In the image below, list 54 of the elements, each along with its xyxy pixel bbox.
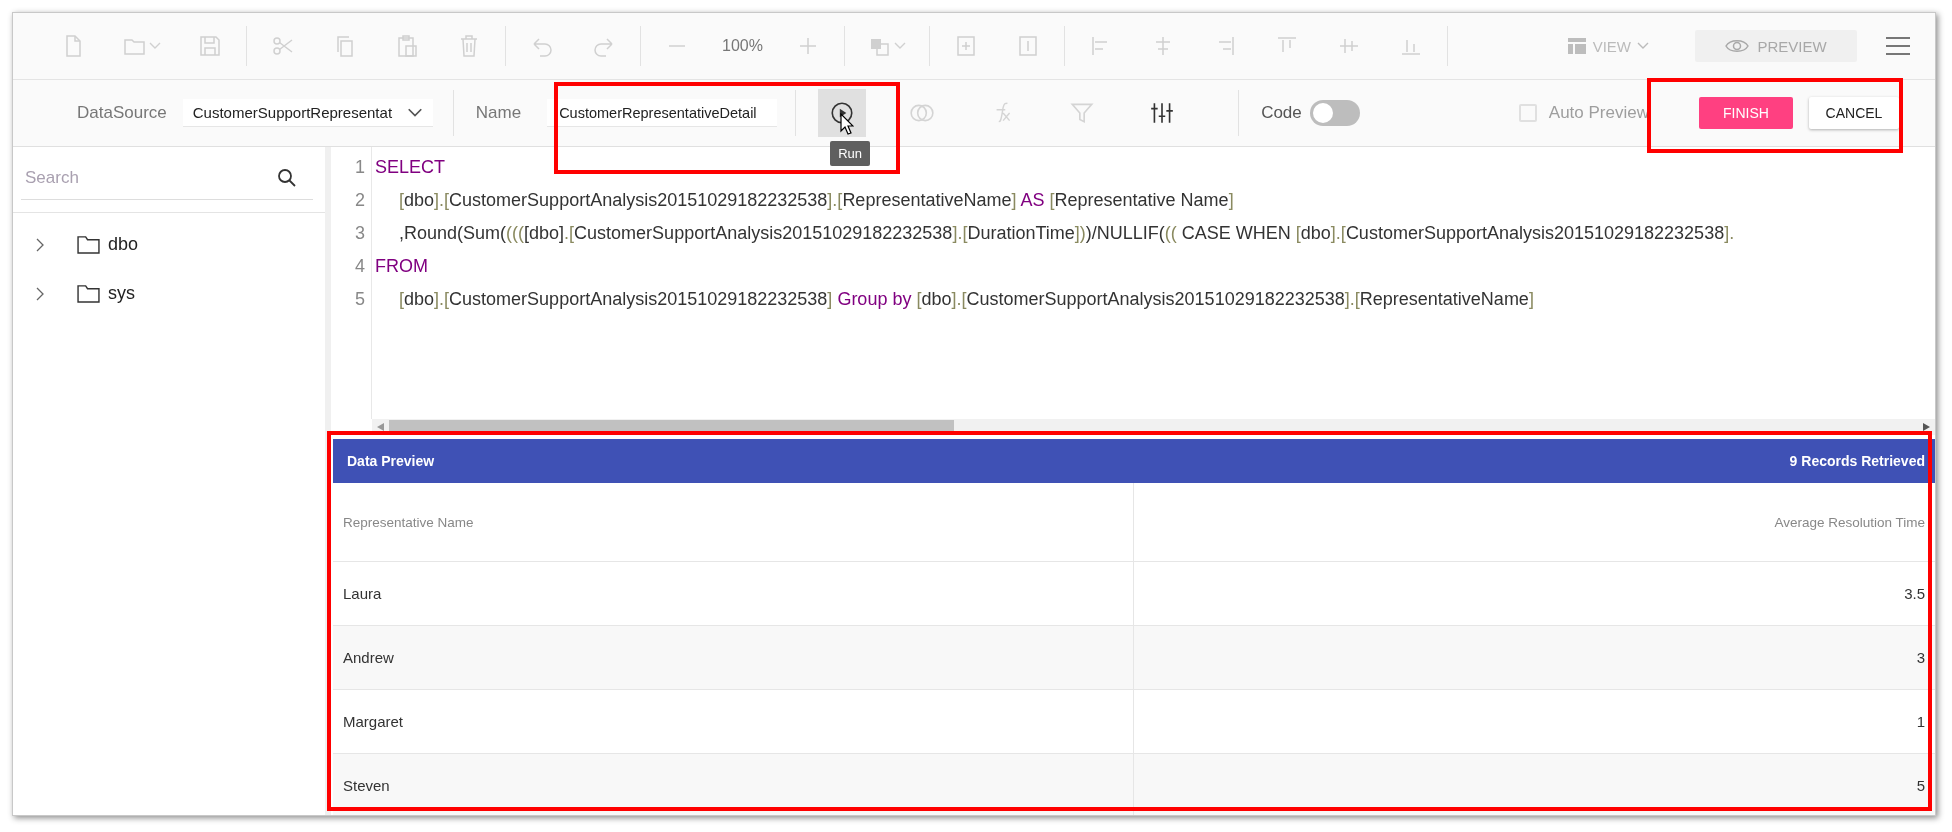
scroll-right-icon[interactable]: [1923, 423, 1930, 431]
code-label: Code: [1261, 103, 1302, 123]
line-number: 3: [354, 222, 366, 245]
folder-icon: [77, 284, 100, 303]
caret-icon: [893, 42, 906, 50]
name-label: Name: [475, 103, 522, 123]
line-number: 1: [354, 156, 366, 179]
table-cell-text: 3: [1915, 648, 1926, 668]
tree-item[interactable]: dbo: [108, 234, 139, 255]
layout-icon: [1566, 37, 1587, 55]
cancel-button[interactable]: CANCEL: [1809, 97, 1899, 129]
chevron-icon[interactable]: [35, 236, 45, 253]
column-header[interactable]: Representative Name: [333, 483, 1134, 561]
scissors-icon: [271, 34, 295, 58]
finish-button[interactable]: FINISH: [1699, 97, 1793, 129]
record-count: 9 Records Retrieved: [1789, 453, 1925, 469]
datasource-dropdown[interactable]: CustomerSupportRepresentat: [182, 99, 433, 127]
code-line: [dbo].[CustomerSupportAnalysis20151029182232538] Group by [dbo].[CustomerSupportAnalysis20151029182232538].[RepresentativeName]: [398, 288, 1534, 311]
tooltip: Run: [830, 141, 870, 166]
tree-item[interactable]: sys: [108, 283, 135, 304]
search-field[interactable]: Search: [21, 167, 277, 189]
eye-icon: [1725, 38, 1750, 54]
line-number: 5: [354, 288, 366, 311]
caret-icon: [406, 107, 423, 118]
table-cell-text: 1: [1915, 712, 1926, 732]
cursor-icon: [840, 113, 855, 135]
datasource-label: DataSource: [77, 103, 167, 123]
folder-icon: [77, 235, 100, 254]
caret-icon: [1637, 42, 1649, 50]
table-cell: Margaret: [333, 690, 1134, 753]
code-line: [dbo].[CustomerSupportAnalysis20151029182232538].[RepresentativeName] AS [Representative Name]: [398, 189, 1234, 212]
column-header[interactable]: Average Resolution Time: [1134, 483, 1935, 561]
menu-icon: [1885, 36, 1911, 56]
caret-icon: [149, 42, 161, 50]
line-number: 2: [354, 189, 366, 212]
table-cell-text: 3.5: [1903, 584, 1926, 604]
scroll-left-icon[interactable]: [377, 423, 384, 431]
save-icon: [198, 34, 222, 58]
search-icon[interactable]: [277, 168, 297, 188]
clipboard-icon: [395, 34, 419, 58]
code-line: SELECT: [374, 156, 446, 179]
auto-preview-label: Auto Preview: [1548, 103, 1649, 123]
table-cell: Andrew: [333, 626, 1134, 689]
table-cell: Laura: [333, 562, 1134, 625]
table-cell-text: 5: [1915, 776, 1926, 796]
sliders-icon: [1149, 100, 1176, 126]
code-toggle[interactable]: [1309, 100, 1360, 126]
table-cell: Steven: [333, 754, 1134, 815]
code-line: ,Round(Sum(((([dbo].[CustomerSupportAnalysis20151029182232538].[DurationTime]))/NULLIF((( CASE WHEN [dbo].[CustomerSupportAnalysis20151029182232538].: [398, 222, 1735, 245]
name-field[interactable]: CustomerRepresentativeDetail: [547, 99, 778, 127]
chevron-icon[interactable]: [35, 285, 45, 302]
preview-title: Data Preview: [347, 453, 435, 469]
code-line: FROM: [374, 255, 428, 278]
line-number: 4: [354, 255, 366, 278]
